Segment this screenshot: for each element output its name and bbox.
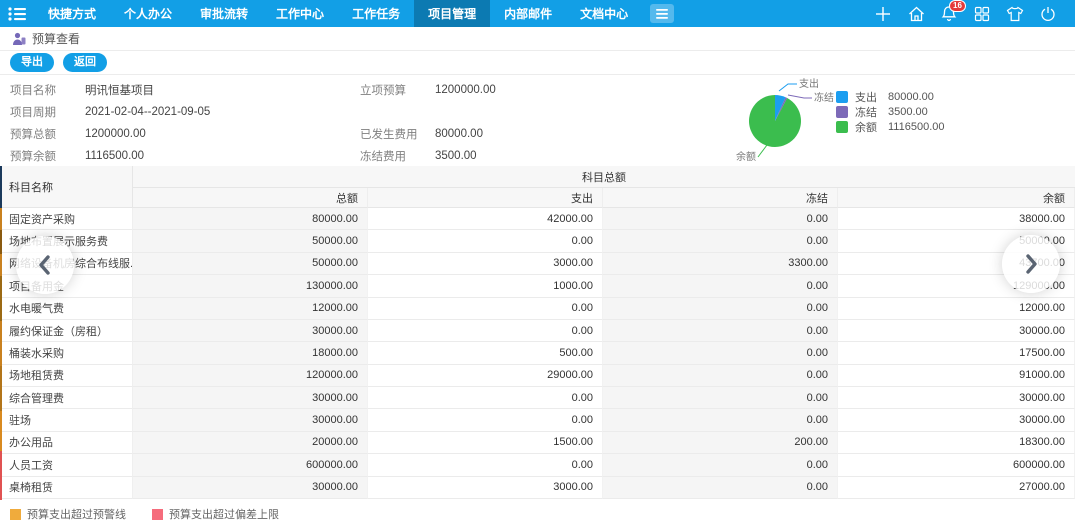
legend-label: 预算支出超过偏差上限 — [169, 506, 279, 522]
chevron-right-icon — [1020, 253, 1042, 275]
col-header-expense: 支出 — [368, 188, 603, 208]
table-row: 网络设备机房综合布线服...50000.003000.003300.004370… — [0, 253, 1075, 275]
notification-badge: 16 — [949, 0, 966, 12]
budget-balance-value: 1116500.00 — [85, 150, 360, 162]
legend-value: 1116500.00 — [888, 121, 944, 133]
table-row: 固定资产采购80000.0042000.000.0038000.00 — [0, 208, 1075, 230]
table-row: 项目备用金130000.001000.000.00129000.00 — [0, 275, 1075, 297]
field-label: 预算总额 — [10, 126, 85, 142]
table-row: 桌椅租赁30000.003000.000.0027000.00 — [0, 477, 1075, 499]
table-row: 场地布置展示服务费50000.000.000.0050000.00 — [0, 230, 1075, 252]
plus-icon[interactable] — [872, 3, 894, 25]
legend-label: 预算支出超过预警线 — [27, 506, 126, 522]
budget-pie-chart: 支出 冻结 余额 — [698, 78, 838, 163]
budget-total-value: 1200000.00 — [85, 128, 360, 140]
project-period-value: 2021-02-04--2021-09-05 — [85, 106, 360, 118]
legend-deviation-limit: 预算支出超过偏差上限 — [152, 506, 279, 522]
table-row: 综合管理费30000.000.000.0030000.00 — [0, 387, 1075, 409]
pie-label-expense: 支出 — [799, 78, 819, 90]
nav-item-project-management[interactable]: 项目管理 — [414, 0, 490, 27]
field-label: 预算余额 — [10, 148, 85, 164]
budget-subject-table: 科目名称 科目总额 总额 支出 冻结 余额 固定资产采购80000.004200… — [0, 166, 1075, 499]
status-color-legend: 预算支出超过预警线 预算支出超过偏差上限 — [10, 506, 279, 522]
legend-name: 支出 — [855, 89, 881, 105]
user-icon — [12, 32, 26, 46]
field-label: 项目周期 — [10, 104, 85, 120]
col-header-balance: 余额 — [838, 188, 1075, 208]
nav-item-approval-flow[interactable]: 审批流转 — [186, 0, 262, 27]
warning-color-swatch — [10, 509, 21, 520]
table-row: 水电暖气费12000.000.000.0012000.00 — [0, 298, 1075, 320]
budget-view-page: 快捷方式 个人办公 审批流转 工作中心 工作任务 项目管理 内部邮件 文档中心 — [0, 0, 1075, 529]
table-row: 场地租赁费120000.0029000.000.0091000.00 — [0, 365, 1075, 387]
nav-item-work-tasks[interactable]: 工作任务 — [338, 0, 414, 27]
nav-item-work-center[interactable]: 工作中心 — [262, 0, 338, 27]
table-row: 人员工资600000.000.000.00600000.00 — [0, 454, 1075, 476]
col-header-subject-name: 科目名称 — [0, 166, 133, 208]
toolbar: 导出 返回 — [0, 51, 1075, 75]
col-header-total: 总额 — [133, 188, 368, 208]
table-row: 履约保证金（房租）30000.000.000.0030000.00 — [0, 320, 1075, 342]
frozen-cost-value: 3500.00 — [435, 150, 655, 162]
field-label: 立项预算 — [360, 82, 435, 98]
table-row: 办公用品20000.001500.00200.0018300.00 — [0, 432, 1075, 454]
pie-label-frozen: 冻结 — [814, 91, 834, 104]
legend-value: 80000.00 — [888, 91, 934, 103]
field-label: 冻结费用 — [360, 148, 435, 164]
bell-icon[interactable]: 16 — [938, 3, 960, 25]
pie-legend: 支出 80000.00 冻结 3500.00 余额 1116500.00 — [836, 89, 944, 134]
breadcrumb-bar: 预算查看 — [0, 27, 1075, 51]
apps-grid-icon[interactable] — [971, 3, 993, 25]
project-name-value: 明讯恒基项目 — [85, 82, 360, 98]
legend-item-balance[interactable]: 余额 1116500.00 — [836, 119, 944, 134]
spent-cost-value: 80000.00 — [435, 128, 655, 140]
carousel-next-button[interactable] — [1002, 235, 1060, 293]
legend-item-frozen[interactable]: 冻结 3500.00 — [836, 104, 944, 119]
power-icon[interactable] — [1037, 3, 1059, 25]
nav-item-internal-mail[interactable]: 内部邮件 — [490, 0, 566, 27]
sidebar-menu-icon[interactable] — [0, 0, 34, 27]
legend-warning-line: 预算支出超过预警线 — [10, 506, 126, 522]
more-menus-icon[interactable] — [650, 4, 674, 23]
deviation-color-swatch — [152, 509, 163, 520]
page-title: 预算查看 — [32, 30, 80, 47]
field-label: 已发生费用 — [360, 126, 435, 142]
nav-item-shortcuts[interactable]: 快捷方式 — [34, 0, 110, 27]
col-header-subject-total-group: 科目总额 — [133, 166, 1075, 188]
table-header: 科目名称 科目总额 总额 支出 冻结 余额 — [0, 166, 1075, 208]
legend-swatch — [836, 91, 848, 103]
export-button[interactable]: 导出 — [10, 53, 54, 72]
col-header-frozen: 冻结 — [603, 188, 838, 208]
legend-swatch — [836, 121, 848, 133]
theme-shirt-icon[interactable] — [1004, 3, 1026, 25]
summary-fields: 项目名称 明讯恒基项目 立项预算 1200000.00 项目周期 2021-02… — [10, 79, 655, 167]
table-row: 桶装水采购18000.00500.000.0017500.00 — [0, 342, 1075, 364]
nav-item-personal-office[interactable]: 个人办公 — [110, 0, 186, 27]
field-label: 项目名称 — [10, 82, 85, 98]
legend-name: 冻结 — [855, 104, 881, 120]
table-row: 驻场30000.000.000.0030000.00 — [0, 409, 1075, 431]
home-icon[interactable] — [905, 3, 927, 25]
nav-item-document-center[interactable]: 文档中心 — [566, 0, 642, 27]
legend-swatch — [836, 106, 848, 118]
top-navbar: 快捷方式 个人办公 审批流转 工作中心 工作任务 项目管理 内部邮件 文档中心 — [0, 0, 1075, 27]
approved-budget-value: 1200000.00 — [435, 84, 655, 96]
budget-summary-panel: 项目名称 明讯恒基项目 立项预算 1200000.00 项目周期 2021-02… — [0, 75, 1075, 166]
carousel-prev-button[interactable] — [16, 236, 74, 294]
legend-item-expense[interactable]: 支出 80000.00 — [836, 89, 944, 104]
back-button[interactable]: 返回 — [63, 53, 107, 72]
previous-slide-edge-peek — [0, 166, 2, 500]
legend-value: 3500.00 — [888, 106, 928, 118]
chevron-left-icon — [34, 254, 56, 276]
pie-label-balance: 余额 — [736, 150, 756, 163]
legend-name: 余额 — [855, 119, 881, 135]
